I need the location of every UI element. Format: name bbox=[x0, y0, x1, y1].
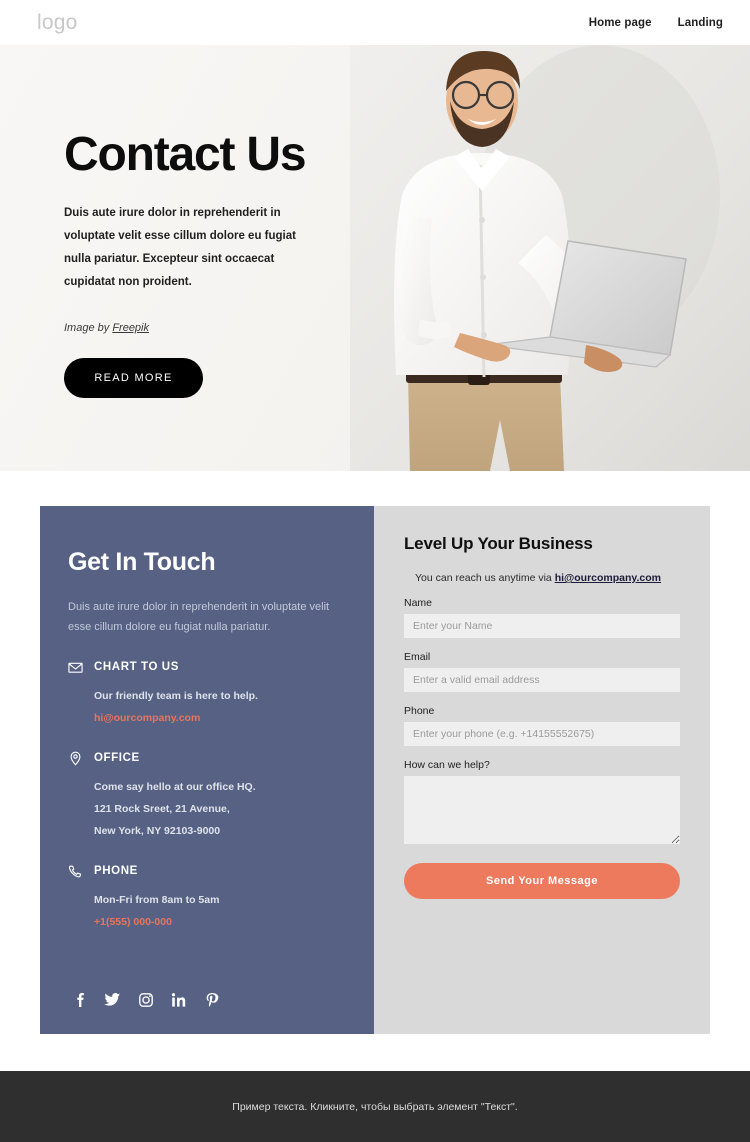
hero-content: Contact Us Duis aute irure dolor in repr… bbox=[64, 128, 384, 399]
footer-text[interactable]: Пример текста. Кликните, чтобы выбрать э… bbox=[232, 1101, 517, 1113]
name-input[interactable] bbox=[404, 614, 680, 638]
field-label-message: How can we help? bbox=[404, 759, 490, 771]
contact-block-header: PHONE bbox=[68, 864, 344, 879]
contact-label-chat: CHART TO US bbox=[94, 661, 179, 674]
field-phone: Phone bbox=[404, 705, 680, 746]
form-subtitle: You can reach us anytime via hi@ourcompa… bbox=[404, 572, 680, 584]
get-in-touch-panel: Get In Touch Duis aute irure dolor in re… bbox=[40, 506, 374, 1034]
contact-phone-link[interactable]: +1(555) 000-000 bbox=[94, 911, 344, 933]
contact-block-header: OFFICE bbox=[68, 751, 344, 766]
envelope-icon bbox=[68, 660, 83, 675]
instagram-icon[interactable] bbox=[137, 991, 154, 1008]
contact-label-phone: PHONE bbox=[94, 865, 138, 878]
contact-section: Get In Touch Duis aute irure dolor in re… bbox=[40, 506, 710, 1034]
contact-block-chat: CHART TO US Our friendly team is here to… bbox=[68, 660, 344, 729]
field-email: Email bbox=[404, 651, 680, 692]
contact-block-office: OFFICE Come say hello at our office HQ. … bbox=[68, 751, 344, 842]
field-message: How can we help? bbox=[404, 759, 680, 844]
site-header: logo Home page Landing bbox=[0, 0, 750, 45]
hero-section: Contact Us Duis aute irure dolor in repr… bbox=[0, 45, 750, 471]
contact-body-chat: Our friendly team is here to help. hi@ou… bbox=[94, 685, 344, 729]
contact-email-link[interactable]: hi@ourcompany.com bbox=[94, 707, 344, 729]
read-more-button[interactable]: READ MORE bbox=[64, 358, 203, 399]
get-in-touch-title: Get In Touch bbox=[68, 548, 216, 576]
field-name: Name bbox=[404, 597, 680, 638]
contact-form-panel: Level Up Your Business You can reach us … bbox=[374, 506, 710, 1034]
contact-line: Mon-Fri from 8am to 5am bbox=[94, 893, 220, 906]
site-footer: Пример текста. Кликните, чтобы выбрать э… bbox=[0, 1071, 750, 1142]
nav-item-home-page[interactable]: Home page bbox=[589, 17, 652, 29]
image-credit-prefix: Image by bbox=[64, 322, 113, 335]
social-links bbox=[71, 991, 220, 1008]
page-title: Contact Us bbox=[64, 128, 307, 181]
image-credit: Image by Freepik bbox=[64, 322, 384, 334]
message-textarea[interactable] bbox=[404, 776, 680, 844]
field-label-email: Email bbox=[404, 651, 431, 663]
form-email-link[interactable]: hi@ourcompany.com bbox=[555, 572, 661, 584]
linkedin-icon[interactable] bbox=[170, 991, 187, 1008]
phone-input[interactable] bbox=[404, 722, 680, 746]
send-message-button[interactable]: Send Your Message bbox=[404, 863, 680, 899]
contact-line: Our friendly team is here to help. bbox=[94, 689, 258, 702]
email-input[interactable] bbox=[404, 668, 680, 692]
contact-block-header: CHART TO US bbox=[68, 660, 344, 675]
nav-item-landing[interactable]: Landing bbox=[678, 17, 723, 29]
facebook-icon[interactable] bbox=[71, 991, 88, 1008]
field-label-name: Name bbox=[404, 597, 433, 609]
contact-body-office: Come say hello at our office HQ. 121 Roc… bbox=[94, 776, 344, 842]
pinterest-icon[interactable] bbox=[203, 991, 220, 1008]
contact-block-phone: PHONE Mon-Fri from 8am to 5am +1(555) 00… bbox=[68, 864, 344, 933]
field-label-phone: Phone bbox=[404, 705, 435, 717]
phone-icon bbox=[68, 864, 83, 879]
map-pin-icon bbox=[68, 751, 83, 766]
form-subtitle-prefix: You can reach us anytime via bbox=[414, 572, 555, 584]
twitter-icon[interactable] bbox=[104, 991, 121, 1008]
hero-paragraph: Duis aute irure dolor in reprehenderit i… bbox=[64, 207, 296, 289]
main-nav: Home page Landing bbox=[589, 17, 723, 29]
logo[interactable]: logo bbox=[37, 11, 78, 35]
contact-line: 121 Rock Sreet, 21 Avenue, bbox=[94, 802, 230, 815]
contact-label-office: OFFICE bbox=[94, 752, 140, 765]
form-title: Level Up Your Business bbox=[404, 534, 593, 553]
page-root: logo Home page Landing Contact Us Duis a… bbox=[0, 0, 750, 1142]
freepik-link[interactable]: Freepik bbox=[112, 322, 149, 334]
hero-photo bbox=[350, 45, 750, 471]
get-in-touch-paragraph: Duis aute irure dolor in reprehenderit i… bbox=[68, 601, 330, 634]
contact-line: New York, NY 92103-9000 bbox=[94, 824, 221, 837]
contact-line: Come say hello at our office HQ. bbox=[94, 780, 256, 793]
contact-body-phone: Mon-Fri from 8am to 5am +1(555) 000-000 bbox=[94, 889, 344, 933]
